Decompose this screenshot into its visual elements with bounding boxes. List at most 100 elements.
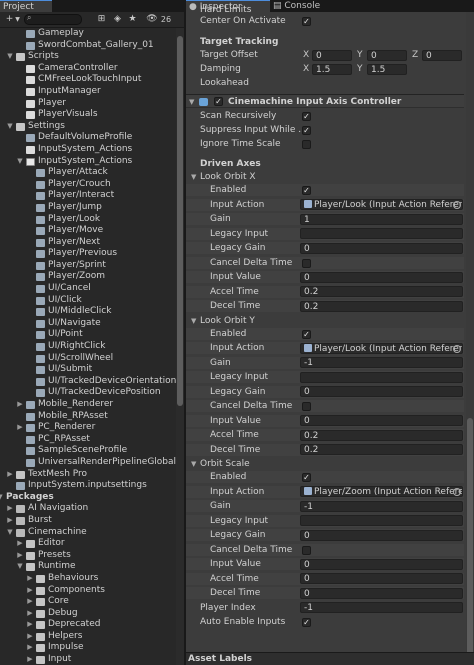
- tree-item[interactable]: UI/RightClick: [0, 341, 176, 353]
- auto-enable-inputs-checkbox[interactable]: ✓: [302, 617, 311, 627]
- tree-item[interactable]: SwordCombat_Gallery_01: [0, 40, 176, 52]
- input-value-field[interactable]: 0: [300, 271, 463, 283]
- expand-down-icon[interactable]: ▼: [16, 561, 24, 573]
- scan-recursively-checkbox[interactable]: ✓: [302, 112, 311, 121]
- tree-item[interactable]: ▶ Impulse: [0, 642, 176, 654]
- tree-item[interactable]: ▶ Editor: [0, 538, 176, 550]
- tree-item[interactable]: Mobile_RPAsset: [0, 411, 176, 423]
- expand-right-icon[interactable]: ▶: [26, 642, 34, 654]
- tree-item[interactable]: SampleSceneProfile: [0, 445, 176, 457]
- input-action-object-field[interactable]: Player/Zoom (Input Action Referen: [300, 486, 463, 497]
- tree-item[interactable]: CameraController: [0, 63, 176, 75]
- tree-item[interactable]: InputSystem.inputsettings: [0, 480, 176, 492]
- tree-item[interactable]: ▶ Core: [0, 596, 176, 608]
- expand-right-icon[interactable]: ▶: [6, 503, 14, 515]
- tree-item[interactable]: Player/Look: [0, 214, 176, 226]
- foldout-arrow-icon[interactable]: ▼: [189, 95, 194, 109]
- filter-icon[interactable]: ⊞: [96, 14, 107, 25]
- suppress-input-checkbox[interactable]: ✓: [302, 126, 311, 135]
- axis-enabled-checkbox[interactable]: ✓: [302, 473, 311, 482]
- tree-item[interactable]: InputManager: [0, 86, 176, 98]
- tree-item[interactable]: DefaultVolumeProfile: [0, 132, 176, 144]
- tree-item[interactable]: ▼Packages: [0, 492, 176, 504]
- legacy-input-field[interactable]: [300, 371, 463, 383]
- expand-right-icon[interactable]: ▶: [26, 654, 34, 665]
- chevron-down-icon[interactable]: ▼: [12, 14, 23, 25]
- tree-item[interactable]: ▶ Deprecated: [0, 619, 176, 631]
- expand-right-icon[interactable]: ▶: [26, 573, 34, 585]
- inspector-scrollbar-thumb[interactable]: [467, 418, 473, 664]
- tree-item[interactable]: UI/Submit: [0, 364, 176, 376]
- tree-item[interactable]: ▶ Presets: [0, 550, 176, 562]
- tree-item[interactable]: PlayerVisuals: [0, 109, 176, 121]
- tree-item[interactable]: Player/Previous: [0, 248, 176, 260]
- tree-item[interactable]: UI/ScrollWheel: [0, 353, 176, 365]
- tree-item[interactable]: Player/Zoom: [0, 271, 176, 283]
- damping-x-field[interactable]: 1.5: [312, 63, 352, 75]
- tree-item[interactable]: ▼ Runtime: [0, 561, 176, 573]
- expand-down-icon[interactable]: ▼: [6, 51, 14, 63]
- tree-item[interactable]: Player: [0, 98, 176, 110]
- expand-right-icon[interactable]: ▶: [26, 585, 34, 597]
- expand-right-icon[interactable]: ▶: [6, 469, 14, 481]
- object-picker-icon[interactable]: [453, 344, 461, 353]
- tree-item[interactable]: ▼ Scripts: [0, 51, 176, 63]
- legacy-gain-field[interactable]: 0: [300, 386, 463, 397]
- legacy-gain-field[interactable]: 0: [300, 242, 463, 254]
- tree-item[interactable]: ▶ Behaviours: [0, 573, 176, 585]
- tree-item[interactable]: ▼ Cinemachine: [0, 527, 176, 539]
- tree-item[interactable]: ▶ Debug: [0, 608, 176, 620]
- tree-item[interactable]: Player/Move: [0, 225, 176, 237]
- expand-right-icon[interactable]: ▶: [26, 608, 34, 620]
- tree-item[interactable]: UI/Click: [0, 295, 176, 307]
- legacy-input-field[interactable]: [300, 228, 463, 239]
- center-on-activate-checkbox[interactable]: ✓: [302, 17, 311, 26]
- tree-item[interactable]: ▶ Helpers: [0, 631, 176, 643]
- tree-item[interactable]: Player/Sprint: [0, 260, 176, 272]
- tree-item[interactable]: UI/Navigate: [0, 318, 176, 330]
- player-index-field[interactable]: -1: [300, 602, 463, 613]
- project-scrollbar-thumb[interactable]: [177, 36, 183, 406]
- tab-project[interactable]: Project: [0, 0, 52, 12]
- eye-icon[interactable]: 👁: [145, 14, 159, 25]
- tree-item[interactable]: UniversalRenderPipelineGlobalSe: [0, 457, 184, 469]
- object-picker-icon[interactable]: [453, 201, 461, 209]
- cancel-delta-time-checkbox[interactable]: [302, 545, 311, 555]
- expand-right-icon[interactable]: ▶: [26, 631, 34, 643]
- input-action-object-field[interactable]: Player/Look (Input Action Referen: [300, 199, 463, 210]
- decel-time-field[interactable]: 0.2: [300, 300, 463, 312]
- gain-field[interactable]: 1: [300, 213, 463, 225]
- tree-item[interactable]: ▶ Input: [0, 654, 176, 665]
- expand-right-icon[interactable]: ▶: [16, 550, 24, 562]
- tree-item[interactable]: ▶ Burst: [0, 515, 176, 527]
- asset-labels-section[interactable]: Asset Labels: [186, 652, 474, 665]
- expand-right-icon[interactable]: ▶: [6, 515, 14, 527]
- accel-time-field[interactable]: 0.2: [300, 286, 463, 297]
- cancel-delta-time-checkbox[interactable]: [302, 258, 311, 268]
- expand-down-icon[interactable]: ▼: [16, 156, 24, 168]
- tree-item[interactable]: Player/Attack: [0, 167, 176, 179]
- tree-item[interactable]: ▶ Mobile_Renderer: [0, 399, 176, 411]
- foldout-arrow-icon[interactable]: ▼: [191, 315, 196, 327]
- tree-item[interactable]: UI/TrackedDevicePosition: [0, 387, 176, 399]
- expand-right-icon[interactable]: ▶: [26, 596, 34, 608]
- tree-item[interactable]: InputSystem_Actions: [0, 144, 176, 156]
- project-scrollbar[interactable]: [176, 28, 184, 665]
- expand-down-icon[interactable]: ▼: [0, 492, 4, 504]
- foldout-arrow-icon[interactable]: ▼: [191, 171, 196, 183]
- gain-field[interactable]: -1: [300, 500, 463, 512]
- tree-item[interactable]: Player/Jump: [0, 202, 176, 214]
- decel-time-field[interactable]: 0: [300, 587, 463, 599]
- accel-time-field[interactable]: 0: [300, 573, 463, 584]
- tree-item[interactable]: UI/Point: [0, 329, 176, 341]
- input-value-field[interactable]: 0: [300, 558, 463, 570]
- expand-right-icon[interactable]: ▶: [26, 619, 34, 631]
- legacy-input-field[interactable]: [300, 515, 463, 526]
- target-offset-x-field[interactable]: 0: [312, 49, 352, 61]
- component-header[interactable]: ▼ ✓ Cinemachine Input Axis Controller: [186, 94, 464, 108]
- tree-item[interactable]: ▶ AI Navigation: [0, 503, 176, 515]
- tree-item[interactable]: ▼ Settings: [0, 121, 176, 133]
- star-icon[interactable]: ★: [127, 14, 138, 25]
- input-action-object-field[interactable]: Player/Look (Input Action Referen: [300, 342, 463, 354]
- tree-item[interactable]: PC_RPAsset: [0, 434, 176, 446]
